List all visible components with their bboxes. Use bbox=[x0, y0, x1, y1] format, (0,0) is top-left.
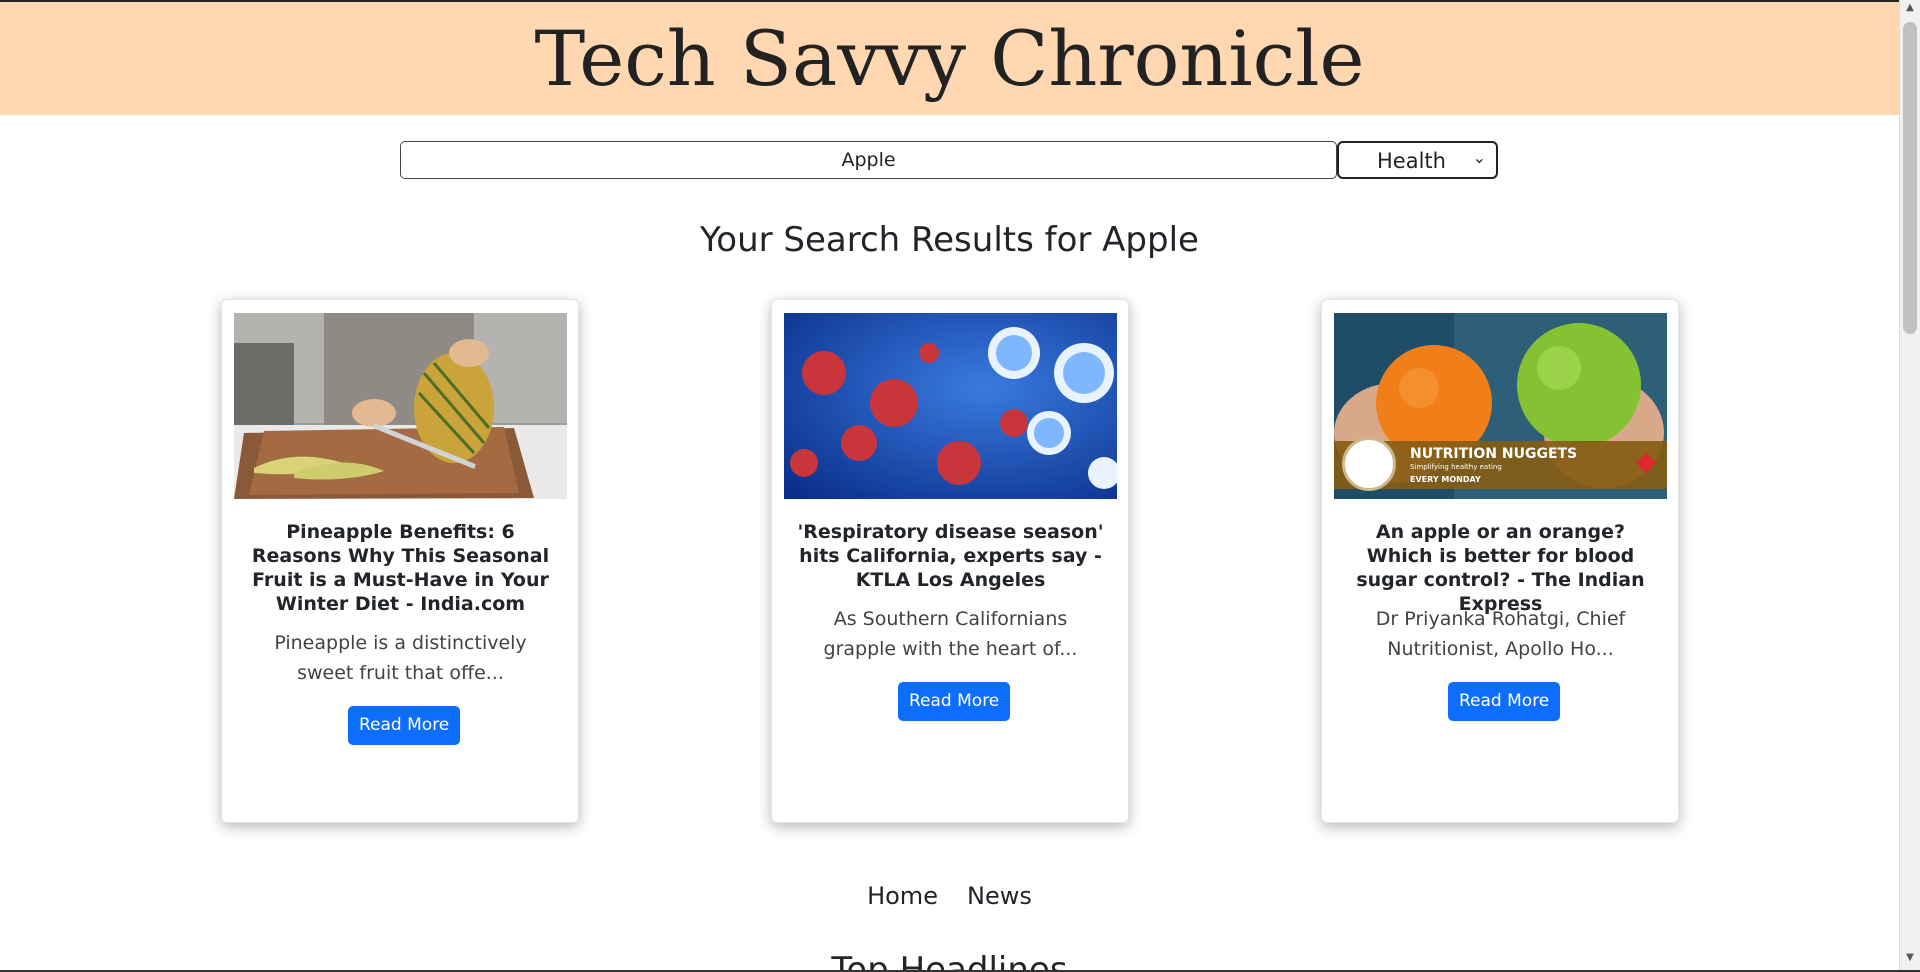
footer-nav: Home News bbox=[0, 882, 1899, 910]
nav-home-link[interactable]: Home bbox=[867, 882, 938, 910]
page: Tech Savvy Chronicle Health ⌄ Your Searc… bbox=[0, 0, 1899, 972]
chevron-down-icon: ⌄ bbox=[1472, 148, 1486, 167]
scrollbar-thumb[interactable] bbox=[1903, 22, 1917, 334]
site-title: Tech Savvy Chronicle bbox=[534, 14, 1365, 103]
card-image-pineapple[interactable] bbox=[234, 313, 567, 499]
banner-tag: EVERY MONDAY bbox=[1410, 475, 1481, 484]
scroll-down-arrow-icon[interactable]: ▼ bbox=[1900, 952, 1920, 970]
site-header: Tech Savvy Chronicle bbox=[0, 2, 1899, 115]
card-title[interactable]: Pineapple Benefits: 6 Reasons Why This S… bbox=[244, 520, 557, 616]
category-select-value: Health bbox=[1377, 149, 1446, 173]
read-more-button[interactable]: Read More bbox=[1448, 682, 1561, 721]
news-card: Pineapple Benefits: 6 Reasons Why This S… bbox=[221, 299, 579, 823]
card-title[interactable]: 'Respiratory disease season' hits Califo… bbox=[794, 520, 1107, 592]
brand-mark-icon bbox=[1636, 453, 1656, 473]
card-description: Pineapple is a distinctively sweet fruit… bbox=[274, 632, 527, 684]
card-description: As Southern Californians grapple with th… bbox=[823, 608, 1078, 660]
card-image-orange-apple[interactable]: NUTRITION NUGGETS Simplifying healthy ea… bbox=[1334, 313, 1667, 499]
nutrition-nuggets-banner: NUTRITION NUGGETS Simplifying healthy ea… bbox=[1334, 437, 1667, 491]
card-image-virus[interactable] bbox=[784, 313, 1117, 499]
news-card: NUTRITION NUGGETS Simplifying healthy ea… bbox=[1321, 299, 1679, 823]
nav-news-link[interactable]: News bbox=[967, 882, 1032, 910]
top-headlines-heading: Top Headlines bbox=[831, 950, 1068, 972]
card-description: Dr Priyanka Rohatgi, Chief Nutritionist,… bbox=[1375, 608, 1626, 660]
read-more-button[interactable]: Read More bbox=[898, 682, 1011, 721]
read-more-button[interactable]: Read More bbox=[348, 706, 461, 745]
news-card: 'Respiratory disease season' hits Califo… bbox=[771, 299, 1129, 823]
search-input[interactable] bbox=[400, 141, 1337, 179]
nutrition-logo bbox=[1342, 437, 1396, 491]
category-select[interactable]: Health ⌄ bbox=[1337, 141, 1498, 179]
banner-subtitle: Simplifying healthy eating bbox=[1410, 463, 1502, 471]
banner-title: NUTRITION NUGGETS bbox=[1410, 446, 1578, 462]
page-scrollbar[interactable]: ▲ ▼ bbox=[1899, 0, 1920, 972]
card-title[interactable]: An apple or an orange? Which is better f… bbox=[1344, 520, 1657, 616]
scroll-up-arrow-icon[interactable]: ▲ bbox=[1900, 2, 1920, 20]
results-heading: Your Search Results for Apple bbox=[700, 220, 1199, 260]
